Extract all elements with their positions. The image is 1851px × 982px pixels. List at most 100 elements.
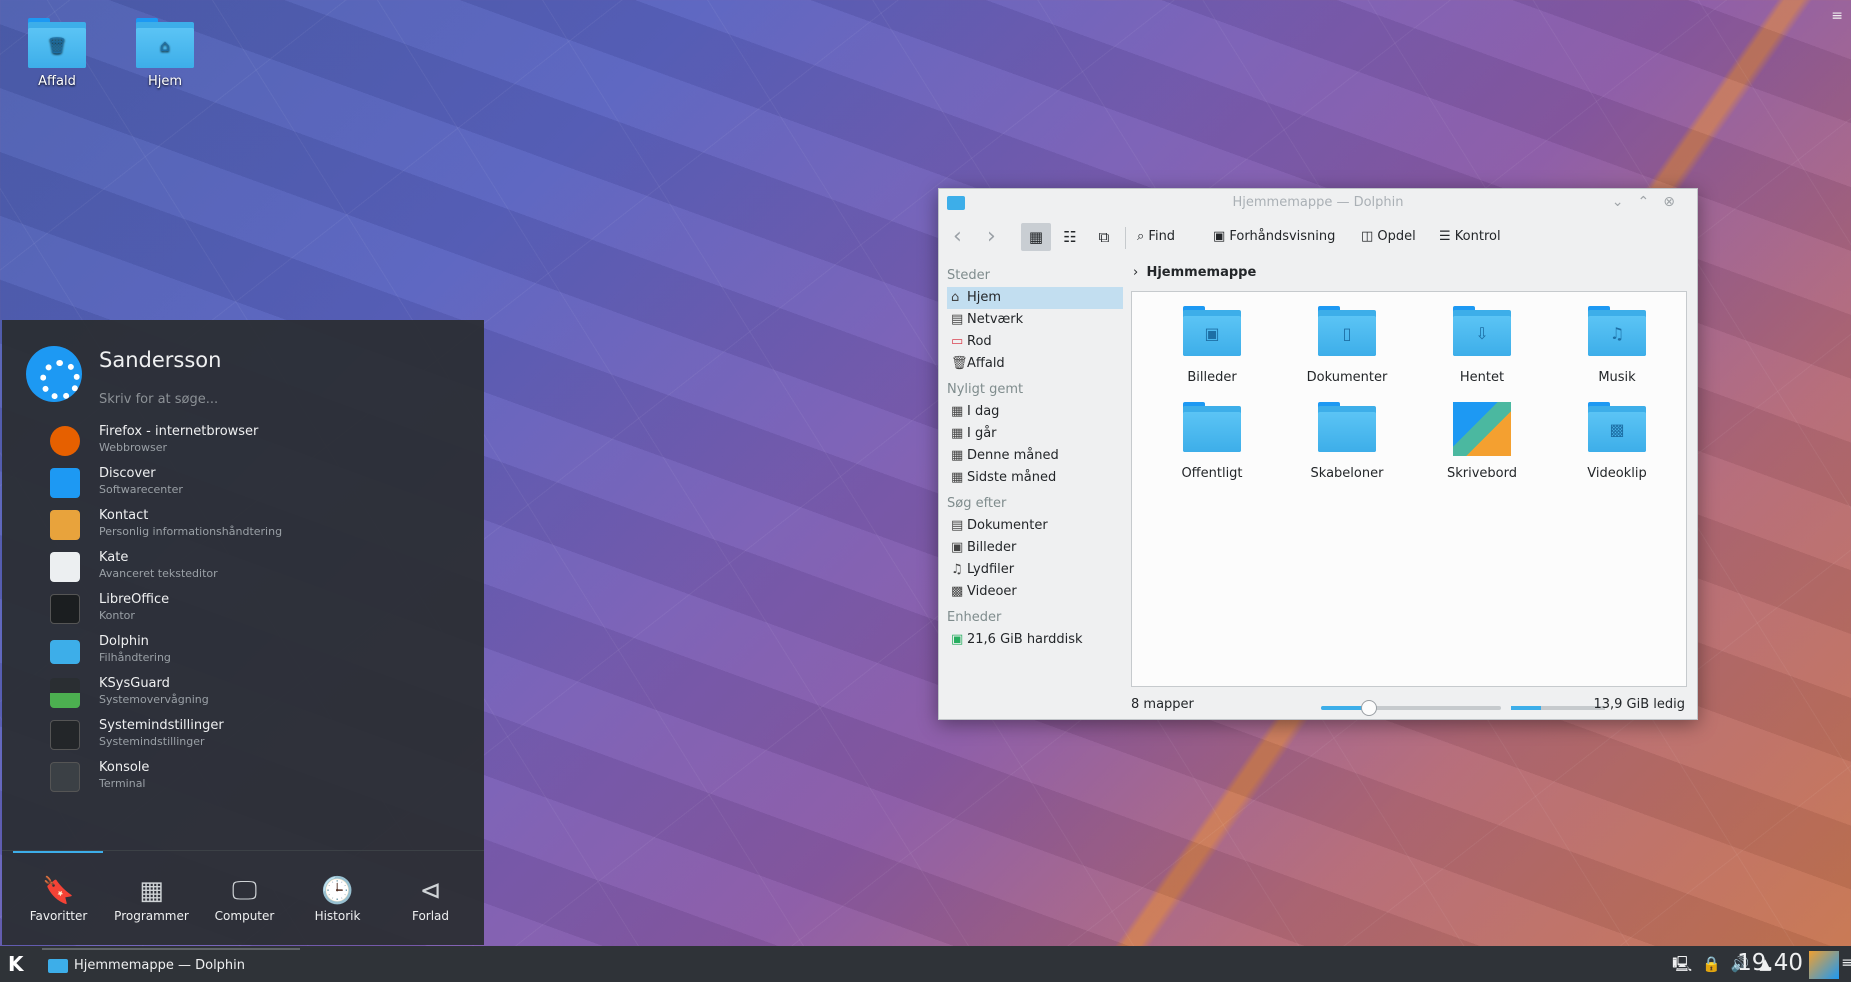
place-item-harddisk[interactable]: ▣ 21,6 GiB harddisk [947,629,1123,651]
place-item-trash[interactable]: 🗑Affald [947,353,1123,375]
place-item-last-month[interactable]: ▦ Sidste måned [947,467,1123,489]
folder-item-documents[interactable]: ▯ Dokumenter [1287,306,1407,385]
desktop-folder-icon [1453,402,1511,456]
app-item-discover[interactable]: Discover Softwarecenter [2,462,484,504]
tab-leave[interactable]: ⊲ Forlad [384,873,477,923]
chevron-right-icon: › [1133,265,1147,280]
panel-menu-icon[interactable]: ≡ [1841,955,1851,971]
document-icon: ▤ [951,518,964,533]
desktop-icon-trash[interactable]: 🗑 Affald [12,18,102,89]
tab-computer[interactable]: 🖵 Computer [198,873,291,923]
place-item-this-month[interactable]: ▦ Denne måned [947,445,1123,467]
calendar-icon: ▦ [951,448,964,463]
place-item-search-audio[interactable]: ♫ Lydfiler [947,559,1123,581]
place-item-root[interactable]: ▭ Rod [947,331,1123,353]
window-titlebar[interactable]: Hjemmemappe — Dolphin ⌄⌃⊗ [939,189,1697,217]
calendar-icon: ▦ [951,426,964,441]
folder-item-music[interactable]: ♫ Musik [1557,306,1677,385]
kontact-icon [50,510,80,540]
bookmark-icon: 🔖 [42,876,75,906]
toolbar-separator [1125,227,1126,249]
task-item-dolphin[interactable]: Hjemmemappe — Dolphin [42,948,300,980]
libreoffice-icon [50,594,80,624]
folder-item-desktop[interactable]: Skrivebord [1422,402,1542,481]
music-icon: ♫ [951,562,963,577]
app-item-ksysguard[interactable]: KSysGuard Systemovervågning [2,672,484,714]
root-folder-icon: ▭ [951,334,964,349]
details-view-button[interactable]: ⧉ [1089,223,1119,251]
clock[interactable]: 19.40 [1737,950,1803,976]
app-item-dolphin[interactable]: Dolphin Filhåndtering [2,630,484,672]
split-button[interactable]: ◫ Opdel [1361,223,1416,251]
item-count: 8 mapper [1131,697,1194,712]
window-controls[interactable]: ⌄⌃⊗ [1612,194,1689,210]
taskbar: K Hjemmemappe — Dolphin 🖳🔒🔊▲ 19.40 ≡ [0,946,1851,982]
show-desktop-icon[interactable] [1809,951,1839,979]
calendar-icon: ▦ [951,470,964,485]
downloads-folder-icon: ⇩ [1453,306,1511,360]
place-item-home[interactable]: ⌂ Hjem [947,287,1123,309]
desktop-menu-icon[interactable]: ≡ [1831,8,1843,24]
launcher-username: Sandersson [99,348,222,372]
place-item-search-images[interactable]: ▣ Billeder [947,537,1123,559]
folder-item-pictures[interactable]: ▣ Billeder [1152,306,1272,385]
app-item-systemsettings[interactable]: Systemindstillinger Systemindstillinger [2,714,484,756]
app-item-konsole[interactable]: Konsole Terminal [2,756,484,798]
place-item-search-videos[interactable]: ▩ Videoer [947,581,1123,603]
folder-icon [1318,402,1376,456]
place-item-search-documents[interactable]: ▤ Dokumenter [947,515,1123,537]
user-avatar [26,346,82,402]
videos-folder-icon: ▩ [1588,402,1646,456]
dolphin-icon [48,959,68,973]
folder-item-downloads[interactable]: ⇩ Hentet [1422,306,1542,385]
search-icon: ⌕ [1137,229,1149,244]
folder-item-public[interactable]: Offentligt [1152,402,1272,481]
find-button[interactable]: ⌕ Find [1137,223,1175,251]
app-item-firefox[interactable]: Firefox - internetbrowser Webbrowser [2,420,484,462]
back-button[interactable]: ‹ [953,223,962,251]
tab-applications[interactable]: ▦ Programmer [105,873,198,923]
place-item-network[interactable]: ▤ Netværk [947,309,1123,331]
folder-item-videos[interactable]: ▩ Videoklip [1557,402,1677,481]
calendar-icon: ▦ [951,404,964,419]
launcher-tabs: 🔖 Favoritter ▦ Programmer 🖵 Computer 🕒 Histo… [2,850,484,945]
launcher-search-input[interactable]: Skriv for at søge... [99,392,218,407]
monitor-icon: 🖵 [231,876,258,906]
forward-button[interactable]: › [987,223,996,251]
desktop-icon-label: Affald [38,74,76,89]
kde-logo-icon[interactable]: K [8,952,34,978]
slider-handle[interactable] [1361,700,1377,716]
control-button[interactable]: ☰ Kontrol [1439,223,1501,251]
place-item-yesterday[interactable]: ▦ I går [947,423,1123,445]
image-icon: ▣ [951,540,964,555]
grid-icon: ▦ [139,876,164,906]
clock-icon: 🕒 [321,876,354,906]
app-item-libreoffice[interactable]: LibreOffice Kontor [2,588,484,630]
home-folder-icon: ⌂ [136,18,194,68]
compact-view-button[interactable]: ☷ [1055,223,1085,251]
trash-icon: 🗑 [951,356,968,371]
hamburger-icon: ☰ [1439,229,1455,244]
tab-history[interactable]: 🕒 Historik [291,873,384,923]
app-item-kontact[interactable]: Kontact Personlig informationshåndtering [2,504,484,546]
app-item-kate[interactable]: Kate Avanceret teksteditor [2,546,484,588]
preview-button[interactable]: ▣ Forhåndsvisning [1213,223,1335,251]
folder-item-templates[interactable]: Skabeloner [1287,402,1407,481]
zoom-slider[interactable] [1321,700,1501,716]
dolphin-window: Hjemmemappe — Dolphin ⌄⌃⊗ ‹ › ▦ ☷ ⧉ ⌕ Fi… [938,188,1698,720]
breadcrumb[interactable]: › Hjemmemappe [1133,265,1256,280]
leave-icon: ⊲ [419,876,442,906]
tab-favorites[interactable]: 🔖 Favoritter [12,873,105,923]
places-section-header: Steder [947,268,990,283]
desktop-icon-home[interactable]: ⌂ Hjem [120,18,210,89]
pictures-folder-icon: ▣ [1183,306,1241,360]
place-item-today[interactable]: ▦ I dag [947,401,1123,423]
toolbar: ‹ › ▦ ☷ ⧉ ⌕ Find ▣ Forhåndsvisning ◫ Opd… [939,217,1697,257]
icons-view-button[interactable]: ▦ [1021,223,1051,251]
places-section-header: Søg efter [947,496,1007,511]
status-bar: 8 mapper 13,9 GiB ledig [1131,697,1687,717]
places-section-header: Nyligt gemt [947,382,1024,397]
file-view: ▣ Billeder ▯ Dokumenter ⇩ Hentet ♫ Musik Off… [1131,291,1687,687]
home-icon: ⌂ [951,290,960,305]
places-section-header: Enheder [947,610,1002,625]
